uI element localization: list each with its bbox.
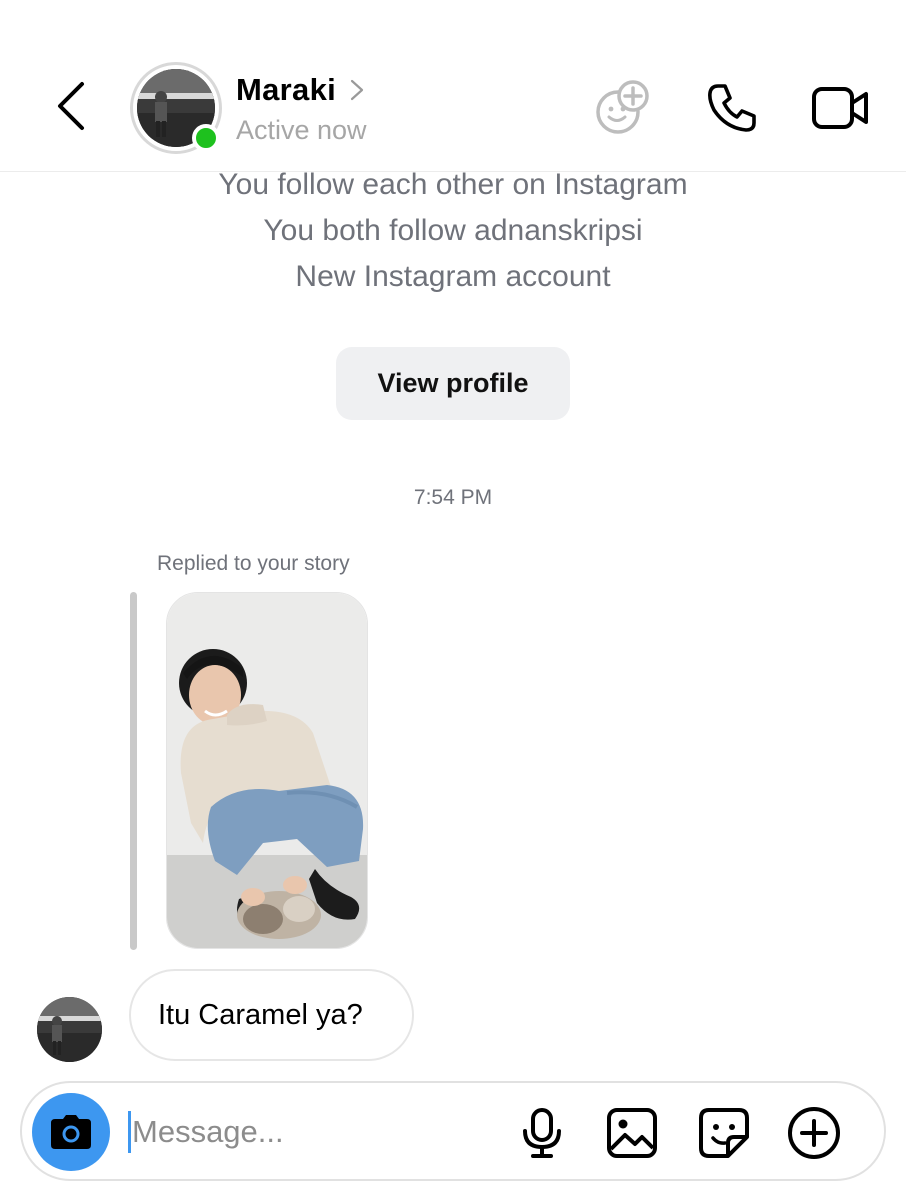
story-thumbnail[interactable]	[166, 592, 368, 949]
camera-icon	[51, 1115, 91, 1149]
camera-button[interactable]	[32, 1093, 110, 1171]
sticker-button[interactable]	[696, 1105, 752, 1161]
microphone-icon	[523, 1108, 561, 1158]
message-input[interactable]	[132, 1105, 492, 1159]
add-friends-button[interactable]	[594, 78, 654, 138]
phone-icon	[708, 84, 756, 132]
mutual-account-text: You both follow adnanskripsi	[263, 214, 643, 247]
reply-indicator-bar	[130, 592, 137, 950]
active-status: Active now	[236, 115, 367, 145]
add-friends-icon	[596, 80, 649, 134]
message-composer	[20, 1081, 886, 1181]
story-reply-label: Replied to your story	[157, 552, 350, 575]
sticker-icon	[699, 1108, 749, 1158]
voice-message-button[interactable]	[514, 1105, 570, 1161]
text-caret	[128, 1111, 131, 1153]
online-indicator	[192, 124, 220, 152]
contact-name: Maraki	[236, 72, 337, 107]
sender-avatar[interactable]	[37, 997, 102, 1062]
message-text: Itu Caramel ya?	[158, 998, 363, 1031]
audio-call-button[interactable]	[702, 78, 762, 138]
message-bubble[interactable]: Itu Caramel ya?	[129, 969, 414, 1061]
mutual-follow-text: You follow each other on Instagram	[218, 168, 688, 201]
video-call-button[interactable]	[810, 78, 870, 138]
gallery-button[interactable]	[604, 1105, 660, 1161]
contact-name-row[interactable]: Maraki	[236, 72, 366, 108]
header-avatar[interactable]	[130, 62, 222, 154]
chat-header: Maraki Active now	[0, 0, 906, 172]
back-arrow-icon	[58, 82, 84, 130]
chevron-right-icon	[350, 79, 364, 101]
plus-circle-icon	[788, 1107, 840, 1159]
more-options-button[interactable]	[786, 1105, 842, 1161]
gallery-icon	[607, 1108, 657, 1158]
message-timestamp: 7:54 PM	[413, 486, 493, 509]
view-profile-button[interactable]: View profile	[336, 347, 570, 420]
back-button[interactable]	[50, 76, 100, 136]
video-camera-icon	[812, 87, 868, 129]
new-account-text: New Instagram account	[295, 260, 611, 293]
